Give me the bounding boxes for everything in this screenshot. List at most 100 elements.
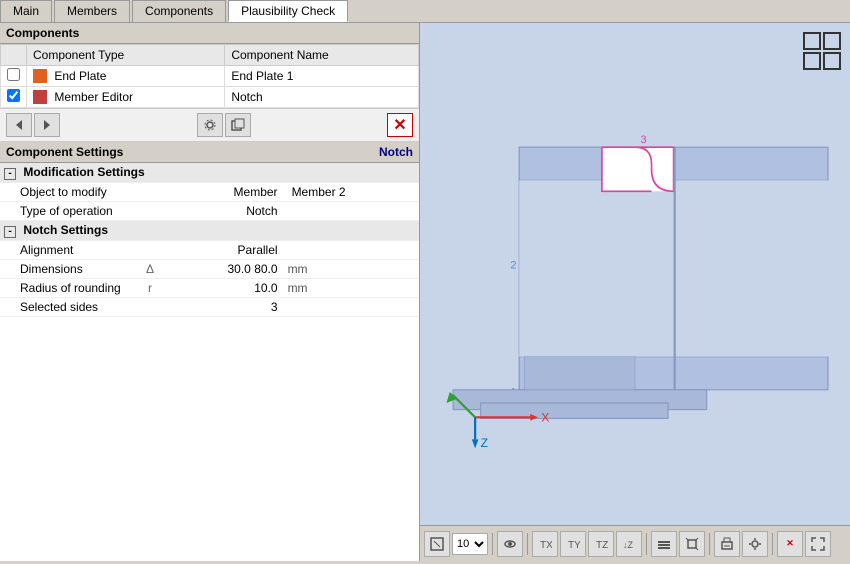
render-mode-button[interactable] — [497, 531, 523, 557]
color-member-editor — [33, 90, 47, 104]
check-end-plate[interactable] — [7, 68, 20, 81]
move-up-button[interactable] — [6, 113, 32, 137]
collapse-modification-icon[interactable]: - — [4, 168, 16, 180]
print-button[interactable] — [714, 531, 740, 557]
viewport: 3 2 1 X Z — [420, 23, 850, 525]
tab-members[interactable]: Members — [54, 0, 130, 22]
object-label: Object to modify — [0, 183, 140, 202]
neg-z-icon: ↓Z — [622, 537, 636, 551]
component-toolbar: ✕ — [0, 108, 419, 142]
separator-3 — [646, 533, 647, 555]
main-container: Components Component Type Component Name — [0, 23, 850, 561]
separator-1 — [492, 533, 493, 555]
alignment-sym — [140, 241, 160, 260]
neg-z-view-button[interactable]: ↓Z — [616, 531, 642, 557]
alignment-label: Alignment — [0, 241, 140, 260]
dim-val2: 80.0 — [254, 262, 277, 276]
operation-sym — [140, 202, 160, 221]
type-label-1: End Plate — [54, 69, 106, 83]
component-name-1: End Plate 1 — [225, 66, 419, 87]
settings-title: Component Settings — [6, 145, 123, 159]
x-view-button[interactable]: TX — [532, 531, 558, 557]
tab-bar: Main Members Components Plausibility Che… — [0, 0, 850, 23]
expand-icon — [811, 537, 825, 551]
object-value: Member — [160, 183, 284, 202]
checkbox-member-editor[interactable] — [1, 87, 27, 108]
delete-button[interactable]: ✕ — [387, 113, 413, 137]
col-name-header: Component Name — [225, 45, 419, 66]
separator-4 — [709, 533, 710, 555]
collapse-notch-icon[interactable]: - — [4, 226, 16, 238]
grid-view-icon[interactable] — [802, 31, 842, 74]
separator-5 — [772, 533, 773, 555]
svg-text:Z: Z — [481, 436, 489, 450]
gear-icon — [203, 118, 217, 132]
right-panel: 3 2 1 X Z — [420, 23, 850, 561]
operation-label: Type of operation — [0, 202, 140, 221]
left-panel: Components Component Type Component Name — [0, 23, 420, 561]
copy-icon — [231, 118, 245, 132]
layer-button[interactable] — [651, 531, 677, 557]
object-to-modify-row: Object to modify Member Member 2 — [0, 183, 419, 202]
z-view-button[interactable]: TZ — [588, 531, 614, 557]
tab-main[interactable]: Main — [0, 0, 52, 22]
settings-table: - Modification Settings Object to modify… — [0, 163, 419, 317]
col-type-header: Component Type — [27, 45, 225, 66]
dimensions-row: Dimensions Δ 30.0 80.0 mm — [0, 260, 419, 279]
radius-unit: mm — [284, 279, 419, 298]
notch-label: Notch — [379, 145, 413, 159]
settings-section: Component Settings Notch - Modification … — [0, 142, 419, 561]
tab-plausibility-check[interactable]: Plausibility Check — [228, 0, 348, 22]
z-axis-icon: TZ — [594, 537, 608, 551]
component-type-2: Member Editor — [27, 87, 225, 108]
dim-val1: 30.0 — [228, 262, 251, 276]
y-view-button[interactable]: TY — [560, 531, 586, 557]
svg-text:2: 2 — [510, 259, 516, 271]
arrow-left-icon — [12, 118, 26, 132]
fit-icon — [430, 537, 444, 551]
layers-icon — [657, 537, 671, 551]
zoom-select[interactable]: 10 — [452, 533, 488, 555]
settings-icon — [748, 537, 762, 551]
component-row-2[interactable]: Member Editor Notch — [1, 87, 419, 108]
object-sym — [140, 183, 160, 202]
radius-sym: r — [140, 279, 160, 298]
check-member-editor[interactable] — [7, 89, 20, 102]
notch-settings-group: - Notch Settings — [0, 221, 419, 241]
component-row-1[interactable]: End Plate End Plate 1 — [1, 66, 419, 87]
type-label-2: Member Editor — [54, 90, 133, 104]
sides-unit — [284, 298, 419, 317]
component-type-1: End Plate — [27, 66, 225, 87]
properties-button[interactable] — [197, 113, 223, 137]
radius-label: Radius of rounding — [0, 279, 140, 298]
duplicate-button[interactable] — [225, 113, 251, 137]
alignment-row: Alignment Parallel — [0, 241, 419, 260]
svg-text:3: 3 — [641, 134, 647, 146]
svg-text:TZ: TZ — [596, 540, 608, 551]
eye-icon — [503, 537, 517, 551]
fit-view-button[interactable] — [424, 531, 450, 557]
component-table: Component Type Component Name End Plate … — [0, 44, 419, 108]
operation-value: Notch — [160, 202, 284, 221]
alignment-unit — [284, 241, 419, 260]
svg-text:TY: TY — [568, 540, 580, 551]
svg-text:X: X — [541, 411, 549, 425]
view-toolbar: 10 TX TY TZ ↓Z — [420, 525, 850, 561]
box-view-button[interactable] — [679, 531, 705, 557]
x-axis-icon: TX — [538, 537, 552, 551]
selected-sides-row: Selected sides 3 — [0, 298, 419, 317]
box-icon — [685, 537, 699, 551]
sides-value: 3 — [160, 298, 284, 317]
move-down-button[interactable] — [34, 113, 60, 137]
close-view-button[interactable]: ✕ — [777, 531, 803, 557]
tab-components[interactable]: Components — [132, 0, 226, 22]
expand-button[interactable] — [805, 531, 831, 557]
settings-header: Component Settings Notch — [0, 142, 419, 163]
checkbox-end-plate[interactable] — [1, 66, 27, 87]
print-icon — [720, 537, 734, 551]
dimensions-sym: Δ — [140, 260, 160, 279]
y-axis-icon: TY — [566, 537, 580, 551]
settings-button[interactable] — [742, 531, 768, 557]
color-end-plate — [33, 69, 47, 83]
separator-2 — [527, 533, 528, 555]
